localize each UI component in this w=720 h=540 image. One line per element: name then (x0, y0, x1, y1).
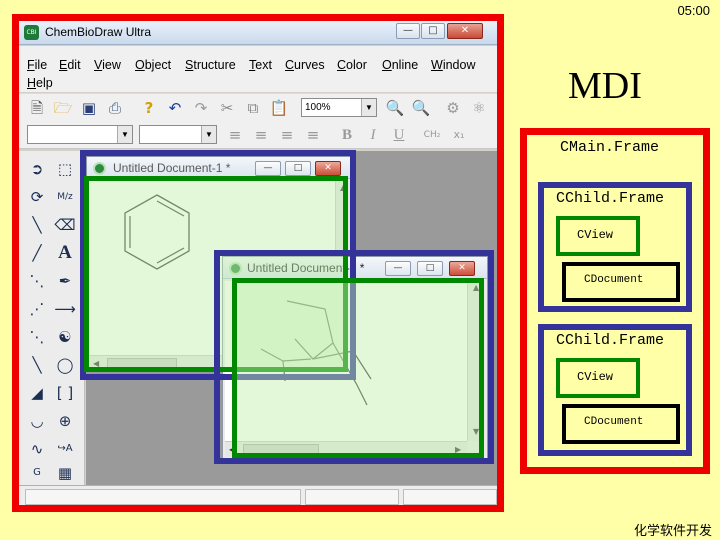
minimize-button[interactable]: — (396, 23, 420, 39)
italic-icon[interactable]: I (363, 125, 383, 145)
hashed-wedge-icon[interactable]: ⋱ (25, 325, 49, 349)
size-select[interactable]: ▼ (139, 125, 217, 144)
print-icon[interactable]: ⎙ (105, 98, 125, 118)
redo-icon[interactable]: ↷ (191, 98, 211, 118)
diagram-title: MDI (568, 65, 642, 107)
app-icon: CBI (24, 25, 39, 40)
text-tool-icon[interactable]: A (53, 241, 77, 265)
bold-icon[interactable]: B (337, 125, 357, 145)
double-bond-icon[interactable]: ╱ (25, 241, 49, 265)
dashed-bond-icon[interactable]: ⋱ (25, 269, 49, 293)
menu-structure[interactable]: Structure (185, 58, 236, 72)
menu-bar: File Edit View Object Structure Text Cur… (19, 46, 497, 92)
font-select[interactable]: ▼ (27, 125, 133, 144)
menu-file[interactable]: File (27, 58, 47, 72)
arrow-tool-icon[interactable]: ⟶ (53, 297, 77, 321)
save-icon[interactable]: ▣ (79, 98, 99, 118)
chevron-down-icon[interactable]: ▼ (201, 126, 216, 143)
view-label: CView (577, 370, 614, 384)
charge-tool-icon[interactable]: ⊕ (53, 409, 77, 433)
bracket-tool-icon[interactable]: [ ] (53, 381, 77, 405)
title-bar[interactable]: CBI ChemBioDraw Ultra — □ ✕ (19, 21, 497, 45)
zoom-value: 100% (305, 102, 331, 113)
align-right-icon[interactable]: ≡ (277, 125, 297, 145)
bond-tool-icon[interactable]: ╲ (25, 213, 49, 237)
chevron-down-icon[interactable]: ▼ (117, 126, 132, 143)
status-cell (305, 489, 399, 505)
menu-object[interactable]: Object (135, 58, 171, 72)
menu-help[interactable]: Help (27, 76, 53, 90)
table-tool-icon[interactable]: ▦ (53, 461, 77, 485)
query-tool-icon[interactable]: ↪A (53, 437, 77, 461)
justify-icon[interactable]: ≡ (303, 125, 323, 145)
copy-icon[interactable]: ⧉ (243, 98, 263, 118)
open-folder-icon[interactable]: 🗁 (53, 98, 73, 118)
clean-structure-icon[interactable]: ⚛ (469, 98, 489, 118)
undo-icon[interactable]: ↶ (165, 98, 185, 118)
child-frame-label: CChild.Frame (556, 190, 665, 207)
menu-view[interactable]: View (94, 58, 121, 72)
app-title: ChemBioDraw Ultra (45, 25, 152, 39)
style-toolbar: ▼ ▼ ≡ ≡ ≡ ≡ B I U CH₂ x₁ (19, 121, 497, 149)
paste-icon[interactable]: 📋 (269, 98, 289, 118)
view-label: CView (577, 228, 614, 242)
main-frame-label: CMain.Frame (560, 139, 660, 156)
help-icon[interactable]: ? (139, 98, 159, 118)
align-left-icon[interactable]: ≡ (225, 125, 245, 145)
eraser-icon[interactable]: ⌫ (53, 213, 77, 237)
new-file-icon[interactable]: 🗎 (27, 98, 47, 118)
menu-edit[interactable]: Edit (59, 58, 81, 72)
view-2-outline (232, 278, 484, 458)
zoom-out-icon[interactable]: 🔍 (411, 98, 431, 118)
document-label: CDocument (584, 416, 644, 428)
mass-fragment-icon[interactable]: M/z (53, 185, 77, 209)
menu-curves[interactable]: Curves (285, 58, 325, 72)
chevron-down-icon[interactable]: ▼ (361, 99, 376, 116)
wavy-bond-icon[interactable]: ∿ (25, 437, 49, 461)
zoom-select[interactable]: 100% ▼ (301, 98, 377, 117)
rotate-icon[interactable]: ⟳ (25, 185, 49, 209)
maximize-button[interactable]: □ (421, 23, 445, 39)
status-cell (403, 489, 497, 505)
document-label: CDocument (584, 274, 644, 286)
hollow-wedge-icon[interactable]: ◡ (25, 409, 49, 433)
hashed-bond-icon[interactable]: ⋰ (25, 297, 49, 321)
status-bar (19, 485, 497, 505)
pen-tool-icon[interactable]: ✒ (53, 269, 77, 293)
orbital-icon[interactable]: ☯ (53, 325, 77, 349)
standard-toolbar: 🗎 🗁 ▣ ⎙ ? ↶ ↷ ✂ ⧉ 📋 100% ▼ 🔍 🔍 ⚙ ⚛ (19, 93, 497, 121)
cut-icon[interactable]: ✂ (217, 98, 237, 118)
formula-icon[interactable]: CH₂ (419, 125, 445, 145)
clock-label: 05:00 (677, 3, 710, 18)
status-cell (25, 489, 301, 505)
menu-color[interactable]: Color (337, 58, 367, 72)
wedge-bond-icon[interactable]: ◢ (25, 381, 49, 405)
chain-tool-icon[interactable]: G (25, 461, 49, 485)
menu-text[interactable]: Text (249, 58, 272, 72)
footer-label: 化学软件开发 (633, 524, 712, 539)
menu-window[interactable]: Window (431, 58, 475, 72)
child-frame-label: CChild.Frame (556, 332, 665, 349)
app-scrollbar[interactable] (499, 151, 504, 485)
ring-tool-icon[interactable]: ◯ (53, 353, 77, 377)
marquee-icon[interactable]: ⬚ (53, 157, 77, 181)
zoom-in-icon[interactable]: 🔍 (385, 98, 405, 118)
align-center-icon[interactable]: ≡ (251, 125, 271, 145)
menu-online[interactable]: Online (382, 58, 418, 72)
underline-icon[interactable]: U (389, 125, 409, 145)
tool-palette: ➲ ⬚ ⟳ M/z ╲ ⌫ ╱ A ⋱ ✒ ⋰ ⟶ ⋱ ☯ ╲ ◯ ◢ [ ] … (19, 151, 85, 485)
subscript-icon[interactable]: x₁ (449, 125, 469, 145)
lasso-icon[interactable]: ➲ (25, 157, 49, 181)
close-button[interactable]: ✕ (447, 23, 483, 39)
template-icon[interactable]: ⚙ (443, 98, 463, 118)
bold-bond-icon[interactable]: ╲ (25, 353, 49, 377)
